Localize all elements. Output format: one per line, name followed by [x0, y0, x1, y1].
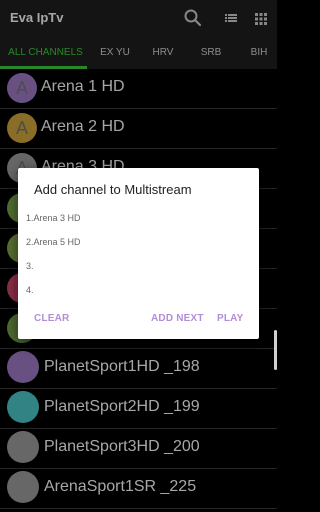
multistream-slot-3[interactable]: 3. [26, 261, 34, 271]
multistream-slot-4[interactable]: 4. [26, 285, 34, 295]
dialog-title: Add channel to Multistream [34, 182, 192, 197]
add-next-button[interactable]: ADD NEXT [151, 313, 204, 324]
multistream-slot-1[interactable]: 1.Arena 3 HD [26, 213, 81, 223]
play-button[interactable]: PLAY [217, 313, 244, 324]
multistream-dialog: Add channel to Multistream 1.Arena 3 HD … [18, 168, 259, 339]
edge-handle[interactable] [274, 330, 277, 370]
clear-button[interactable]: CLEAR [34, 313, 69, 324]
multistream-slot-2[interactable]: 2.Arena 5 HD [26, 237, 81, 247]
